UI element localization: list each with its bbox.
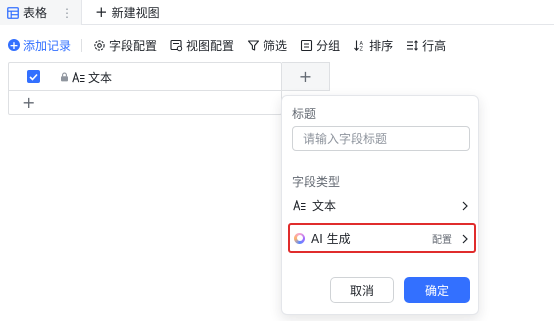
view-config-icon [170, 39, 183, 52]
ai-icon [294, 232, 305, 244]
field-type-option-ai[interactable]: AI 生成 配置 [288, 223, 476, 253]
field-config-button[interactable]: 字段配置 [93, 37, 157, 54]
field-title-input[interactable] [292, 126, 470, 151]
sort-button[interactable]: AZ 排序 [353, 37, 393, 54]
field-type-option-text[interactable]: 文本 [290, 192, 474, 218]
row-height-label: 行高 [422, 38, 447, 53]
filter-label: 筛选 [263, 38, 288, 53]
svg-text:Z: Z [360, 46, 364, 52]
chevron-right-icon [462, 200, 468, 214]
lock-icon [60, 72, 69, 82]
view-tab-bar: 表格 ⋮ + 新建视图 [0, 0, 554, 25]
row-height-icon [406, 39, 419, 52]
toolbar-divider [81, 38, 83, 52]
view-config-label: 视图配置 [186, 38, 235, 53]
filter-button[interactable]: 筛选 [247, 37, 287, 54]
check-icon [29, 73, 38, 81]
gear-icon [93, 39, 106, 52]
table-icon [7, 6, 19, 19]
new-view-label: 新建视图 [111, 6, 160, 20]
sort-label: 排序 [369, 38, 394, 53]
field-type-option-label: AI 生成 [311, 231, 351, 246]
view-tab-table[interactable]: 表格 ⋮ [0, 0, 83, 25]
field-type-option-label: 文本 [312, 198, 337, 213]
filter-icon [247, 39, 260, 52]
view-config-button[interactable]: 视图配置 [170, 37, 234, 54]
confirm-button[interactable]: 确定 [404, 277, 470, 303]
column-header-text[interactable]: 文本 [60, 63, 112, 91]
title-label: 标题 [292, 107, 317, 121]
add-record-button[interactable]: + 添加记录 [8, 37, 71, 54]
field-config-popup: 标题 字段类型 文本 AI 生成 配置 取消 确定 [281, 95, 479, 315]
column-header-label: 文本 [88, 70, 113, 85]
group-label: 分组 [316, 38, 341, 53]
add-circle-icon: + [8, 38, 20, 52]
new-view-button[interactable]: + 新建视图 [95, 0, 160, 25]
group-icon [300, 39, 313, 52]
add-row-button[interactable]: + [22, 95, 35, 111]
sort-icon: AZ [353, 39, 366, 52]
chevron-right-icon [462, 233, 468, 247]
text-type-icon [72, 71, 85, 83]
text-type-icon [293, 199, 306, 211]
view-tab-label: 表格 [23, 6, 48, 20]
select-all-checkbox[interactable] [27, 70, 40, 83]
more-options-icon[interactable]: ⋮ [61, 6, 73, 20]
data-grid: 文本 + [8, 62, 282, 115]
add-record-label: 添加记录 [23, 38, 72, 53]
grid-header-row: 文本 [9, 63, 281, 91]
field-type-label: 字段类型 [292, 175, 341, 189]
ai-config-link[interactable]: 配置 [432, 231, 452, 246]
plus-icon: + [95, 3, 108, 21]
field-config-label: 字段配置 [109, 38, 158, 53]
row-height-button[interactable]: 行高 [406, 37, 446, 54]
cancel-button[interactable]: 取消 [330, 277, 394, 303]
group-button[interactable]: 分组 [300, 37, 340, 54]
toolbar: + 添加记录 字段配置 视图配置 筛选 分组 AZ 排序 行高 [8, 34, 459, 56]
add-column-button[interactable]: + [282, 62, 330, 91]
